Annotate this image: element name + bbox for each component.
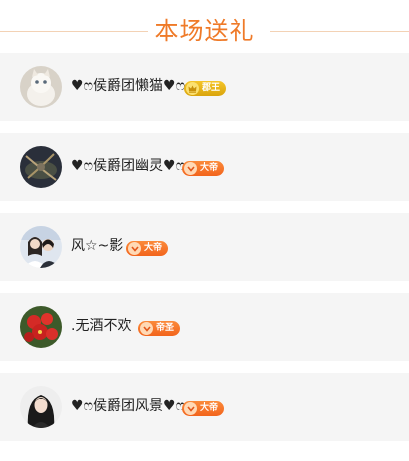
header-divider-right (270, 31, 409, 32)
rank-badge: 大帝 (182, 161, 225, 176)
avatar[interactable] (20, 386, 62, 428)
user-name: ♥ෆ侯爵团懒猫♥ෆ (71, 78, 186, 94)
chevron-down-icon (128, 242, 141, 255)
rank-badge: 帝圣 (138, 321, 181, 336)
list-item[interactable]: .无酒不欢 帝圣 (0, 293, 409, 361)
rank-badge: 大帝 (182, 401, 225, 416)
section-header: 本场送礼 (0, 6, 409, 56)
rank-badge: 郡王 (184, 81, 227, 96)
rank-badge-label: 大帝 (144, 243, 163, 253)
list-item[interactable]: 风☆~影 大帝 (0, 213, 409, 281)
chevron-down-icon (184, 402, 197, 415)
rank-badge: 大帝 (126, 241, 169, 256)
user-name: ♥ෆ侯爵团幽灵♥ෆ (71, 158, 186, 174)
list-item[interactable]: ♥ෆ侯爵团风景♥ෆ 大帝 (0, 373, 409, 441)
avatar[interactable] (20, 146, 62, 188)
rank-badge-label: 大帝 (200, 163, 219, 173)
avatar[interactable] (20, 226, 62, 268)
list-item[interactable]: ♥ෆ侯爵团幽灵♥ෆ 大帝 (0, 133, 409, 201)
list-item[interactable]: ♥ෆ侯爵团懒猫♥ෆ 郡王 (0, 53, 409, 121)
avatar[interactable] (20, 66, 62, 108)
chevron-down-icon (140, 322, 153, 335)
rank-badge-label: 郡王 (202, 83, 221, 93)
rank-badge-label: 大帝 (200, 403, 219, 413)
user-name: ♥ෆ侯爵团风景♥ෆ (71, 398, 186, 414)
chevron-down-icon (184, 162, 197, 175)
crown-icon (186, 82, 199, 95)
user-name: 风☆~影 (71, 238, 124, 254)
avatar[interactable] (20, 306, 62, 348)
gift-sender-list: ♥ෆ侯爵团懒猫♥ෆ 郡王 ♥ෆ侯爵团幽灵♥ෆ 大帝 风☆~影 大帝 .无酒不欢 … (0, 53, 409, 453)
user-name: .无酒不欢 (71, 318, 132, 334)
rank-badge-label: 帝圣 (156, 323, 175, 333)
